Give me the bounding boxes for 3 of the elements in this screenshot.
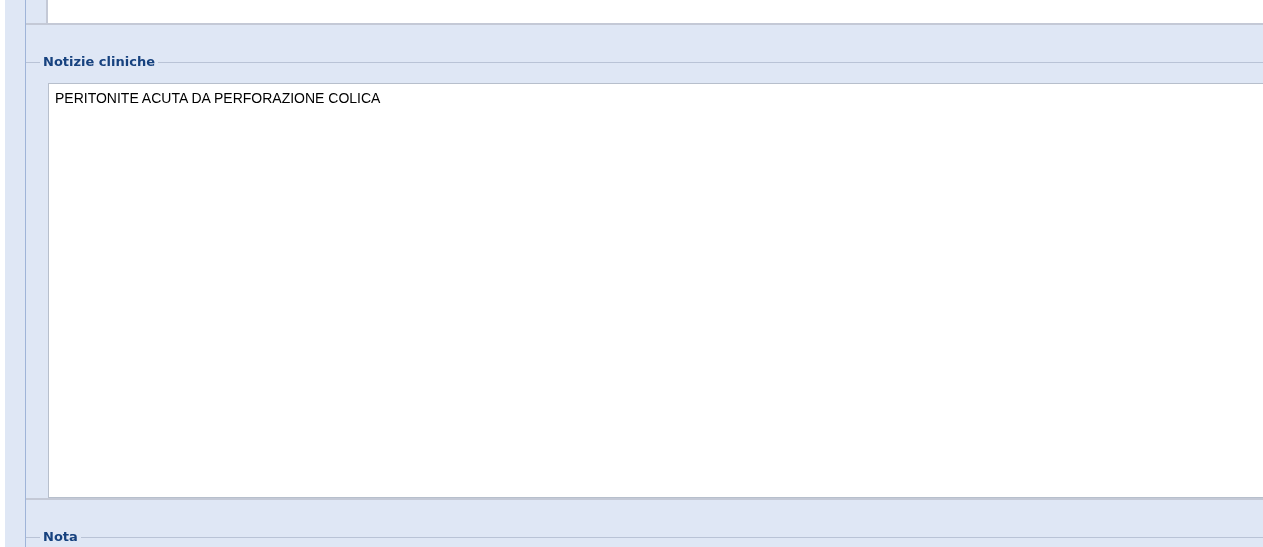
- text-area[interactable]: PERITONITE ACUTA DA PERFORAZIONE COLICA: [48, 83, 1263, 498]
- section-title: Nota: [42, 528, 79, 547]
- section-title: Notizie cliniche: [42, 53, 156, 72]
